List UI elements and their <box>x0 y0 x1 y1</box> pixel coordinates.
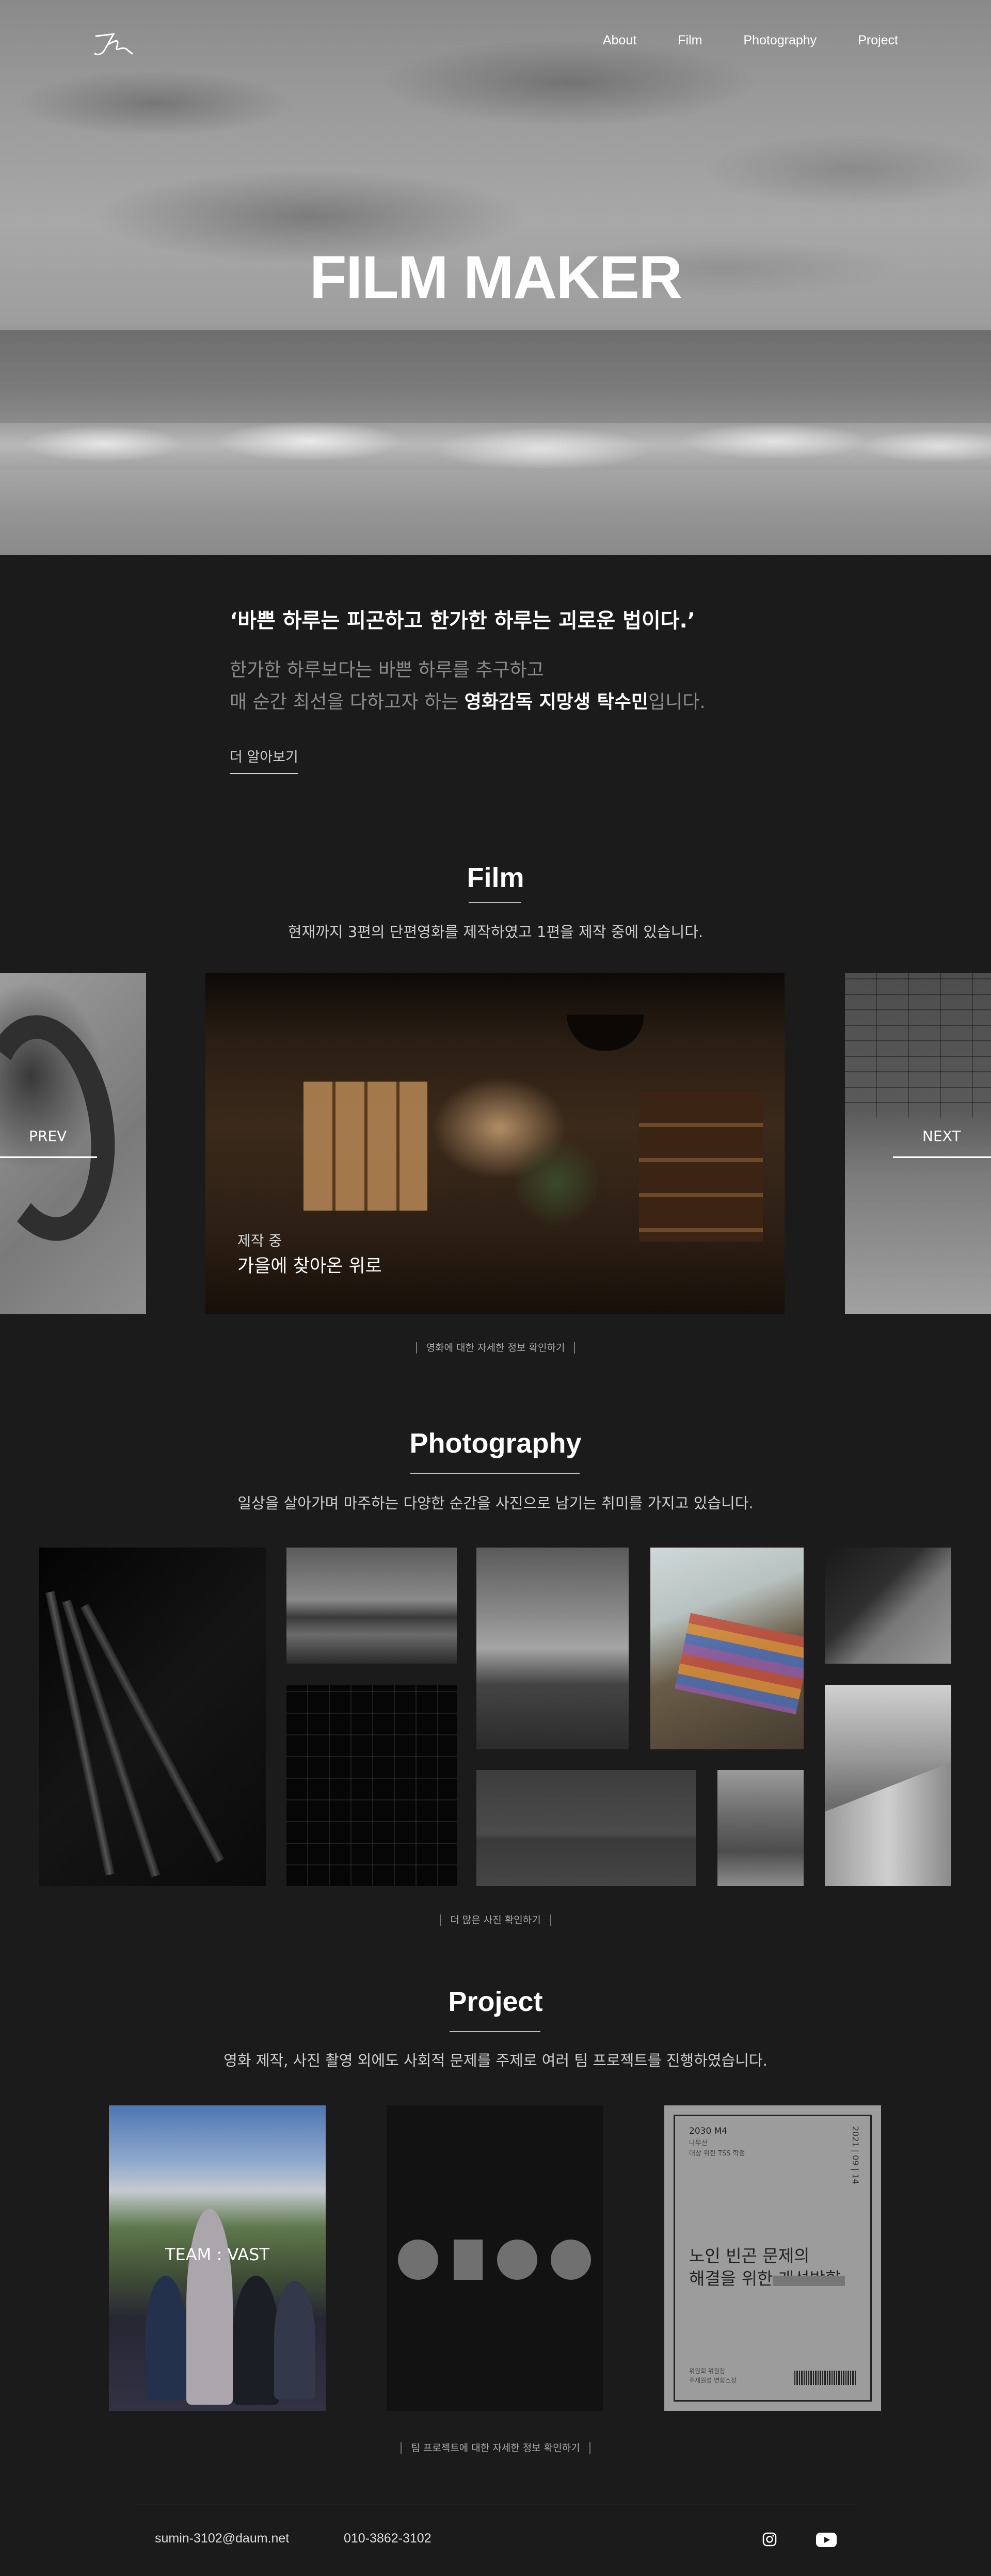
report-meta: 나무산 대상 위한 TSS 학점 <box>689 2139 745 2158</box>
film-status: 제작 중 <box>237 1232 282 1249</box>
photo-7[interactable] <box>476 1770 696 1886</box>
main-nav: About Film Photography Project <box>603 33 898 48</box>
intro-line-2-pre: 매 순간 최선을 다하고자 하는 <box>230 691 465 713</box>
report-footer: 위원회 위원장 주재원성 연합소장 <box>689 2368 737 2384</box>
photography-title: Photography <box>409 1428 582 1459</box>
photo-3[interactable] <box>286 1685 457 1886</box>
footer-phone: 010-3862-3102 <box>344 2531 431 2546</box>
barcode-icon <box>794 2371 856 2385</box>
intro-line-2-post: 입니다. <box>648 691 706 713</box>
project-detail-link-text: 팀 프로젝트에 대한 자세한 정보 확인하기 <box>401 2442 590 2454</box>
project-shape-circle-2 <box>497 2240 537 2280</box>
report-code: 2030 M4 <box>689 2126 728 2136</box>
more-photos-link-text: 더 많은 사진 확인하기 <box>440 1914 551 1926</box>
film-subtitle: 현재까지 3편의 단편영화를 제작하였고 1편을 제작 중에 있습니다. <box>287 923 704 941</box>
project-card-report[interactable]: 2030 M4 나무산 대상 위한 TSS 학점 2021 | 09 | 14 … <box>664 2105 881 2411</box>
photo-9[interactable] <box>825 1685 951 1886</box>
instagram-icon[interactable] <box>762 2532 777 2547</box>
hero-banner: About Film Photography Project FILM MAKE… <box>0 0 991 555</box>
youtube-icon[interactable] <box>816 2533 837 2547</box>
project-title-underline <box>450 2031 540 2032</box>
film-detail-link-text: 영화에 대한 자세한 정보 확인하기 <box>415 1342 576 1354</box>
intro-section: ‘바쁜 하루는 피곤하고 한가한 하루는 괴로운 법이다.’ 한가한 하루보다는… <box>230 604 797 774</box>
intro-description: 한가한 하루보다는 바쁜 하루를 추구하고 매 순간 최선을 다하고자 하는 영… <box>230 654 797 718</box>
project-team-label: TEAM : VAST <box>165 2245 269 2264</box>
report-vertical-date: 2021 | 09 | 14 <box>851 2126 860 2184</box>
photo-2[interactable] <box>286 1548 457 1664</box>
footer-email[interactable]: sumin-3102@daum.net <box>155 2531 289 2546</box>
project-shape-circle-1 <box>398 2240 438 2280</box>
project-detail-link[interactable]: 팀 프로젝트에 대한 자세한 정보 확인하기 <box>0 2440 991 2454</box>
film-scene-ceiling <box>205 973 785 1045</box>
film-title-underline <box>469 902 521 903</box>
nav-project[interactable]: Project <box>858 33 898 48</box>
hero-sea <box>0 330 991 423</box>
signature-logo-icon[interactable] <box>93 27 134 60</box>
photo-4[interactable] <box>476 1548 629 1749</box>
project-subtitle: 영화 제작, 사진 촬영 외에도 사회적 문제를 주제로 여러 팀 프로젝트를 … <box>223 2052 768 2069</box>
film-scene-plant <box>515 1133 598 1231</box>
film-title: Film <box>467 862 524 893</box>
intro-line-2: 매 순간 최선을 다하고자 하는 영화감독 지망생 탁수민입니다. <box>230 686 797 718</box>
photo-5-awning <box>675 1613 804 1715</box>
film-slide-prev-preview[interactable] <box>0 973 146 1314</box>
film-detail-link[interactable]: 영화에 대한 자세한 정보 확인하기 <box>0 1340 991 1354</box>
nav-photography[interactable]: Photography <box>743 33 817 48</box>
hero-waves <box>0 413 991 475</box>
photo-9-walkway <box>825 1762 951 1886</box>
project-shape-rect <box>454 2240 483 2280</box>
project-card-vast[interactable]: TEAM : VAST <box>109 2105 326 2411</box>
photo-6[interactable] <box>825 1548 951 1664</box>
nav-film[interactable]: Film <box>678 33 702 48</box>
photo-5[interactable] <box>650 1548 804 1749</box>
film-scene-window <box>303 1082 427 1211</box>
nav-about[interactable]: About <box>603 33 636 48</box>
film-next-image <box>845 973 991 1118</box>
project-shape-circle-3 <box>551 2240 591 2280</box>
photography-subtitle: 일상을 살아가며 마주하는 다양한 순간을 사진으로 남기는 취미를 가지고 있… <box>237 1494 754 1512</box>
prev-button[interactable]: PREV <box>29 1128 67 1145</box>
project-title: Project <box>448 1986 543 2017</box>
photo-3-grid <box>286 1685 457 1886</box>
hero-sand <box>0 470 991 555</box>
next-arrow-line <box>893 1156 991 1158</box>
project-card-shapes[interactable] <box>387 2105 603 2411</box>
film-slide-next-preview[interactable] <box>845 973 991 1314</box>
next-button[interactable]: NEXT <box>922 1128 961 1145</box>
intro-line-1: 한가한 하루보다는 바쁜 하루를 추구하고 <box>230 659 544 681</box>
prev-arrow-line <box>0 1156 97 1158</box>
photo-8[interactable] <box>717 1770 804 1886</box>
learn-more-link[interactable]: 더 알아보기 <box>230 746 298 774</box>
film-name: 가을에 찾아온 위로 <box>237 1256 382 1277</box>
intro-quote: ‘바쁜 하루는 피곤하고 한가한 하루는 괴로운 법이다.’ <box>230 609 695 633</box>
more-photos-link[interactable]: 더 많은 사진 확인하기 <box>0 1912 991 1926</box>
intro-name-highlight: 영화감독 지망생 탁수민 <box>464 691 648 713</box>
photo-1[interactable] <box>39 1548 266 1886</box>
report-headline-1: 노인 빈곤 문제의 <box>689 2246 810 2266</box>
photography-title-underline <box>410 1473 580 1474</box>
report-highlight-bar <box>773 2276 845 2286</box>
hero-title: FILM MAKER <box>309 244 683 312</box>
